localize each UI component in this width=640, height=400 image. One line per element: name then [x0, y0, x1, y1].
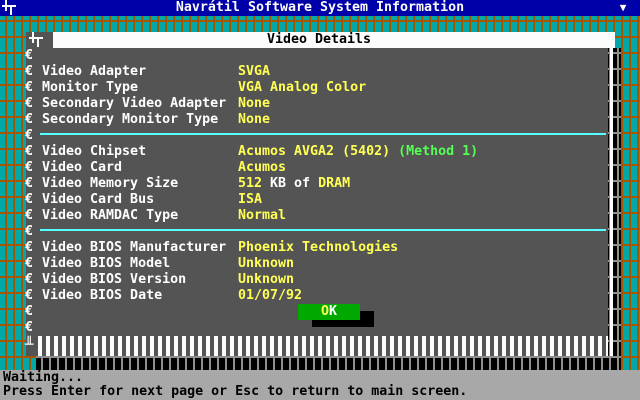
status-hint: Press Enter for next page or Esc to retu…: [3, 385, 467, 399]
dialog-row-field: Video BIOS ModelUnknown: [42, 256, 602, 272]
field-value: Phoenix Technologies: [238, 240, 398, 255]
dialog-row-field: Video Memory Size512 KB of DRAM: [42, 176, 602, 192]
dialog-row-field: Video BIOS ManufacturerPhoenix Technolog…: [42, 240, 602, 256]
field-value: Acumos AVGA2 (5402): [238, 144, 398, 159]
field-value: None: [238, 96, 270, 111]
dialog-row-field: Secondary Monitor TypeNone: [42, 112, 602, 128]
ok-button-label: K: [329, 304, 337, 319]
field-value: ISA: [238, 192, 262, 207]
dialog-row-separator: [42, 224, 602, 240]
dialog-corner-glyph: ╨: [25, 337, 33, 353]
field-label: Secondary Monitor Type: [42, 112, 238, 128]
dialog-row-blank: [42, 320, 602, 336]
field-value: VGA Analog Color: [238, 80, 366, 95]
field-value: (Method 1): [398, 144, 478, 159]
field-label: Video BIOS Date: [42, 288, 238, 304]
separator-line: [40, 229, 606, 231]
dialog-bottom-border: [38, 336, 608, 356]
dialog-row-field: Video CardAcumos: [42, 160, 602, 176]
field-label: Video BIOS Version: [42, 272, 238, 288]
field-label: Video Chipset: [42, 144, 238, 160]
app-title-bar: Navrátil Software System Information ▼: [0, 0, 640, 16]
down-triangle-icon[interactable]: ▼: [614, 1, 632, 15]
dialog-row-field: Secondary Video AdapterNone: [42, 96, 602, 112]
dialog-rows: Video AdapterSVGAMonitor TypeVGA Analog …: [42, 48, 602, 336]
field-label: Video Card: [42, 160, 238, 176]
dialog-row-field: Video AdapterSVGA: [42, 64, 602, 80]
ok-button-label: O: [321, 304, 329, 319]
field-value: 512: [238, 176, 270, 191]
dialog-right-border: [610, 48, 613, 356]
ok-button[interactable]: OK: [298, 304, 360, 320]
field-value: SVGA: [238, 64, 270, 79]
field-value: None: [238, 112, 270, 127]
status-waiting: Waiting...: [3, 371, 83, 385]
separator-line: [40, 133, 606, 135]
dialog-row-blank: [42, 48, 602, 64]
field-label: Video Memory Size: [42, 176, 238, 192]
screen: Navrátil Software System Information ▼ V…: [0, 0, 640, 400]
dialog-left-border: € € € € € € € € € € € € € € € € € €: [25, 48, 33, 336]
field-label: Video RAMDAC Type: [42, 208, 238, 224]
field-value: 01/07/92: [238, 288, 302, 303]
dialog-row-field: Video Card BusISA: [42, 192, 602, 208]
dialog-title: Video Details: [26, 32, 612, 48]
field-label: Video BIOS Model: [42, 256, 238, 272]
dialog-row-separator: [42, 128, 602, 144]
field-value: Acumos: [238, 160, 286, 175]
dialog-row-field: Monitor TypeVGA Analog Color: [42, 80, 602, 96]
dialog-row-field: Video ChipsetAcumos AVGA2 (5402) (Method…: [42, 144, 602, 160]
dialog-row-button: OK: [42, 304, 602, 320]
dialog-row-field: Video RAMDAC TypeNormal: [42, 208, 602, 224]
field-value: KB of: [270, 176, 318, 191]
field-label: Video Card Bus: [42, 192, 238, 208]
field-label: Video BIOS Manufacturer: [42, 240, 238, 256]
field-value: Unknown: [238, 272, 294, 287]
field-label: Monitor Type: [42, 80, 238, 96]
field-value: Normal: [238, 208, 286, 223]
dialog-row-field: Video BIOS VersionUnknown: [42, 272, 602, 288]
field-label: Secondary Video Adapter: [42, 96, 238, 112]
app-title: Navrátil Software System Information: [0, 0, 640, 16]
field-label: Video Adapter: [42, 64, 238, 80]
status-bar: Waiting... Press Enter for next page or …: [0, 370, 640, 400]
field-value: DRAM: [318, 176, 350, 191]
dialog-row-field: Video BIOS Date01/07/92: [42, 288, 602, 304]
field-value: Unknown: [238, 256, 294, 271]
